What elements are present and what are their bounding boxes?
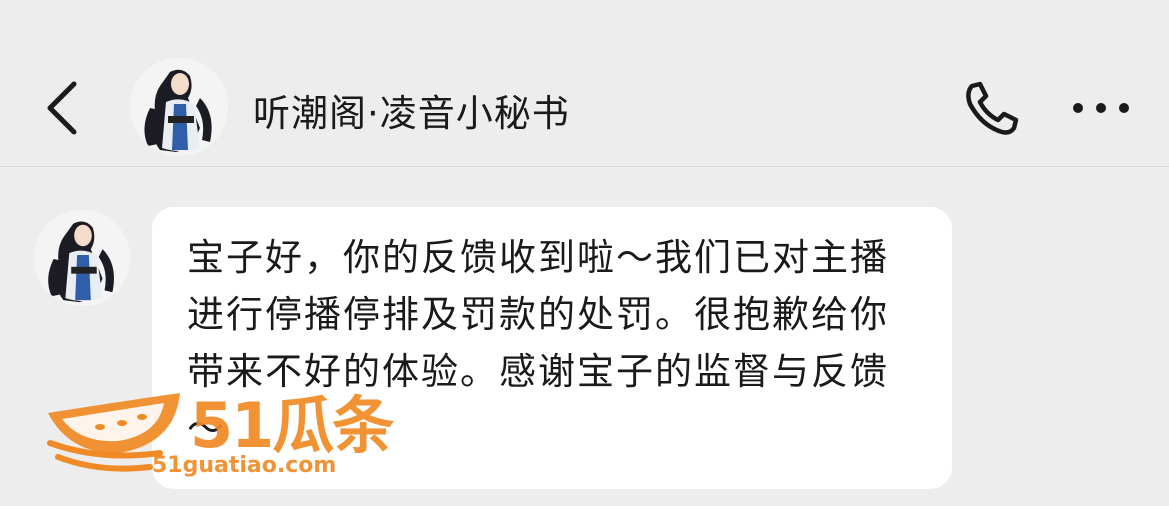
chat-header: 听潮阁·凌音小秘书: [0, 0, 1169, 167]
sender-avatar[interactable]: [34, 210, 130, 306]
call-button[interactable]: [958, 78, 1022, 138]
avatar[interactable]: [130, 58, 228, 156]
message-text: 宝子好，你的反馈收到啦～我们已对主播进行停播停排及罚款的处罚。很抱歉给你带来不好…: [187, 236, 889, 450]
chevron-left-icon: [47, 81, 77, 135]
chat-title: 听潮阁·凌音小秘书: [253, 92, 570, 135]
more-button[interactable]: [1068, 88, 1134, 128]
message-bubble[interactable]: 宝子好，你的反馈收到啦～我们已对主播进行停播停排及罚款的处罚。很抱歉给你带来不好…: [152, 207, 952, 489]
avatar-illustration: [34, 210, 130, 306]
phone-icon: [966, 81, 1019, 135]
back-button[interactable]: [34, 72, 94, 142]
more-dots-icon: [1073, 103, 1129, 113]
avatar-illustration: [130, 58, 228, 156]
